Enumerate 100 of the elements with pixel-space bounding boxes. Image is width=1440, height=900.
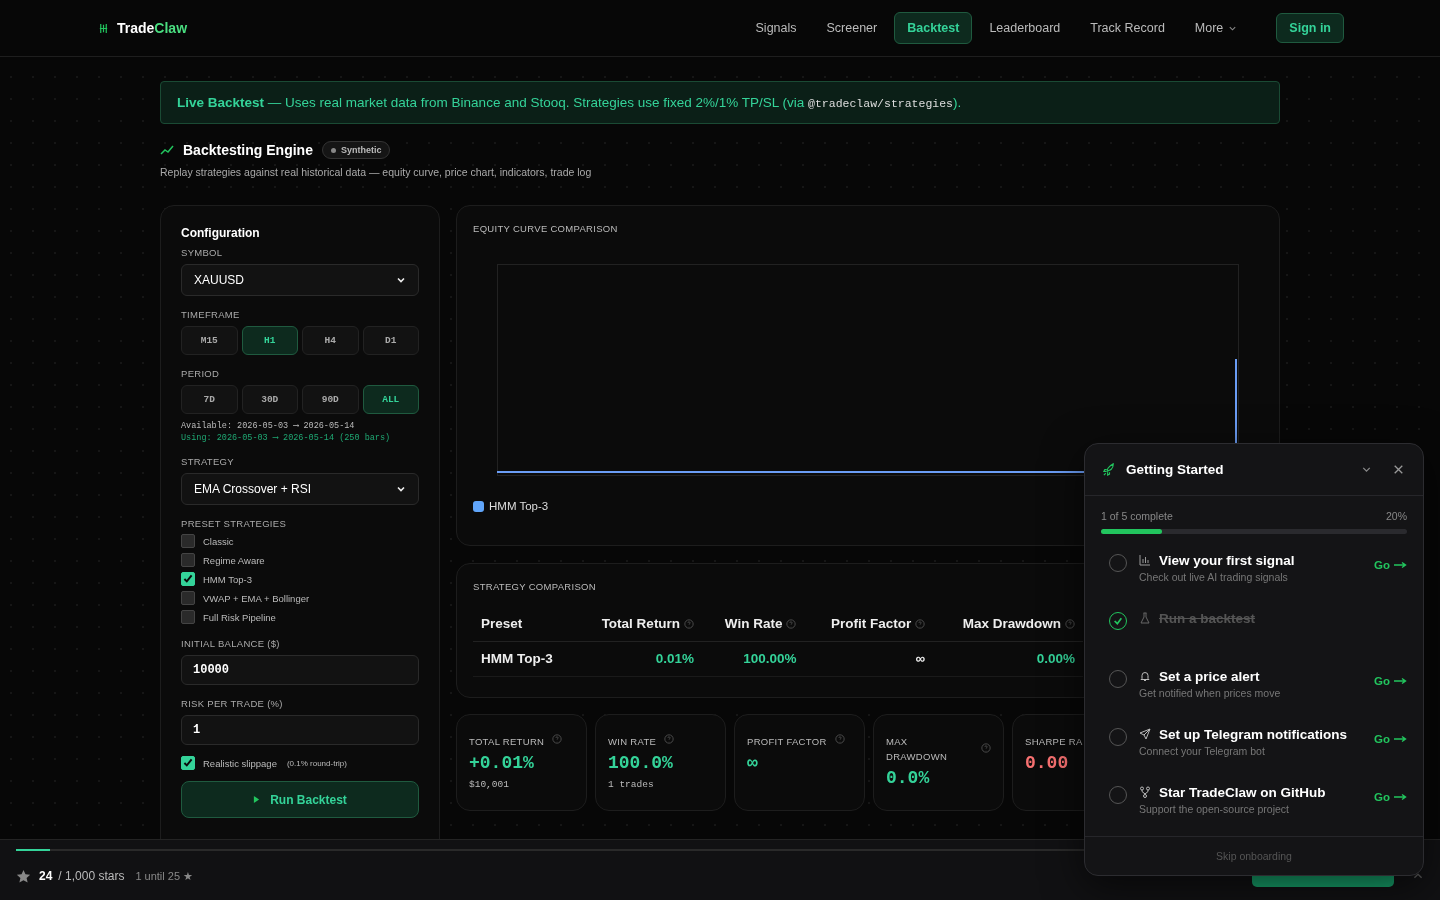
stat-value: 100.0% bbox=[608, 753, 674, 773]
table-cell: 100.00% bbox=[743, 651, 797, 666]
stat-label: WIN RATE bbox=[608, 735, 657, 749]
rocket-icon bbox=[1102, 461, 1117, 477]
stat-label: MAX DRAWDOWN bbox=[886, 735, 949, 764]
task-description: Check out live AI trading signals bbox=[1139, 570, 1289, 583]
card-title: STRATEGY COMPARISON bbox=[473, 581, 597, 592]
page-subtitle: Replay strategies against real historical data — equity curve, price chart, indicators, trade log bbox=[160, 166, 593, 178]
task-title: Run a backtest bbox=[1159, 610, 1256, 626]
available-range: Available: 2026-05-03 ⟶ 2026-05-14 bbox=[181, 420, 356, 431]
more-menu[interactable]: More bbox=[1181, 12, 1251, 44]
checkbox-label: VWAP + EMA + Bollinger bbox=[203, 592, 310, 604]
stat-value: 0.00 bbox=[1025, 753, 1070, 773]
arrow-right-icon bbox=[1393, 676, 1407, 685]
field-label: SYMBOL bbox=[181, 247, 224, 258]
checkbox[interactable] bbox=[181, 756, 195, 770]
info-banner: Live Backtest — Uses real market data from Binance and Stooq. Strategies use fixed 2%/1% TP/SL (via @tradeclaw/strategies). bbox=[160, 81, 1280, 124]
checkbox[interactable] bbox=[181, 553, 195, 567]
field-label: STRATEGY bbox=[181, 456, 235, 467]
checkbox[interactable] bbox=[181, 591, 195, 605]
chevron-down-icon bbox=[396, 484, 406, 494]
star-total: / 1,000 stars bbox=[58, 869, 125, 883]
timeframe-button[interactable]: H1 bbox=[241, 326, 298, 355]
bell-icon bbox=[1139, 670, 1151, 683]
timeframe-button[interactable]: M15 bbox=[181, 326, 238, 355]
checkbox-label: Regime Aware bbox=[203, 554, 265, 566]
flask-icon bbox=[1139, 612, 1151, 625]
go-link[interactable]: Go bbox=[1374, 732, 1407, 745]
stat-detail: 1 trades bbox=[608, 779, 655, 790]
column-header: Profit Factor bbox=[830, 616, 912, 631]
stat-label: PROFIT FACTOR bbox=[747, 735, 827, 749]
balance-input[interactable]: 10000 bbox=[181, 655, 419, 685]
column-header: Max Drawdown bbox=[962, 616, 1061, 631]
chevron-down-icon bbox=[396, 275, 406, 285]
field-label: INITIAL BALANCE ($) bbox=[181, 638, 281, 649]
table-cell: ∞ bbox=[915, 651, 926, 666]
page-title: Backtesting Engine bbox=[183, 142, 313, 158]
slippage-note: (0.1% round-trip) bbox=[286, 758, 347, 768]
stat-value: 0.0% bbox=[886, 768, 931, 788]
field-label: PRESET STRATEGIES bbox=[181, 518, 288, 529]
period-button[interactable]: 30D bbox=[241, 385, 298, 414]
column-header: Preset bbox=[481, 616, 523, 631]
legend-label: HMM Top-3 bbox=[489, 500, 549, 512]
task-description: Get notified when prices move bbox=[1139, 686, 1282, 699]
trend-icon bbox=[160, 143, 174, 157]
table-cell: 0.01% bbox=[655, 651, 695, 666]
task-title: Set up Telegram notifications bbox=[1159, 726, 1348, 742]
play-icon bbox=[253, 796, 261, 803]
go-link[interactable]: Go bbox=[1374, 790, 1407, 803]
nav-link[interactable]: Backtest bbox=[894, 12, 973, 44]
nav-link[interactable]: Screener bbox=[813, 12, 891, 44]
checkbox[interactable] bbox=[181, 610, 195, 624]
field-label: RISK PER TRADE (%) bbox=[181, 698, 284, 709]
logo-text[interactable]: TradeClaw bbox=[117, 20, 188, 36]
panel-title: Configuration bbox=[181, 226, 261, 240]
checkbox-label: Classic bbox=[203, 535, 234, 547]
stat-label: TOTAL RETURN bbox=[469, 735, 545, 749]
column-header: Win Rate bbox=[724, 616, 783, 631]
sign-in-button[interactable]: Sign in bbox=[1276, 13, 1344, 43]
field-label: PERIOD bbox=[181, 368, 221, 379]
period-button[interactable]: 90D bbox=[302, 385, 359, 414]
progress-text: 1 of 5 complete bbox=[1101, 509, 1173, 522]
nav-link[interactable]: Leaderboard bbox=[976, 12, 1074, 44]
send-icon bbox=[1139, 728, 1151, 741]
checkbox-label: HMM Top-3 bbox=[203, 573, 252, 585]
status-badge: Synthetic bbox=[321, 141, 391, 159]
symbol-select[interactable]: XAUUSD bbox=[181, 264, 419, 296]
panel-title: Getting Started bbox=[1126, 461, 1224, 477]
stat-value: ∞ bbox=[747, 753, 759, 773]
timeframe-button[interactable]: H4 bbox=[302, 326, 359, 355]
card-title: EQUITY CURVE COMPARISON bbox=[473, 223, 619, 234]
risk-input[interactable]: 1 bbox=[181, 715, 419, 745]
nav-link[interactable]: Signals bbox=[742, 12, 810, 44]
timeframe-button[interactable]: D1 bbox=[362, 326, 419, 355]
go-link[interactable]: Go bbox=[1374, 558, 1407, 571]
progress-percent: 20% bbox=[1386, 509, 1407, 522]
period-button[interactable]: 7D bbox=[181, 385, 238, 414]
checkbox[interactable] bbox=[181, 572, 195, 586]
bar-chart-icon bbox=[1139, 554, 1151, 567]
task-title: View your first signal bbox=[1159, 552, 1295, 568]
stat-label: SHARPE RA bbox=[1025, 735, 1083, 749]
nav-link[interactable]: Track Record bbox=[1077, 12, 1178, 44]
field-label: TIMEFRAME bbox=[181, 309, 241, 320]
table-cell: 0.00% bbox=[1036, 651, 1075, 666]
task-title: Set a price alert bbox=[1159, 668, 1260, 684]
run-backtest-button[interactable]: Run Backtest bbox=[181, 781, 419, 818]
arrow-right-icon bbox=[1393, 560, 1407, 569]
table-cell: HMM Top-3 bbox=[481, 651, 553, 666]
checkbox-label: Full Risk Pipeline bbox=[203, 611, 276, 623]
task-title: Star TradeClaw on GitHub bbox=[1159, 784, 1326, 800]
using-range: Using: 2026-05-03 ⟶ 2026-05-14 (250 bars) bbox=[181, 432, 392, 443]
period-button[interactable]: ALL bbox=[362, 385, 419, 414]
strategy-select[interactable]: EMA Crossover + RSI bbox=[181, 473, 419, 505]
go-link[interactable]: Go bbox=[1374, 674, 1407, 687]
star-count: 24 bbox=[39, 869, 53, 883]
checkbox[interactable] bbox=[181, 534, 195, 548]
task-description: Support the open-source project bbox=[1139, 802, 1290, 815]
logo-icon bbox=[98, 22, 109, 34]
checkbox-label: Realistic slippage bbox=[203, 757, 277, 769]
arrow-right-icon bbox=[1393, 792, 1407, 801]
